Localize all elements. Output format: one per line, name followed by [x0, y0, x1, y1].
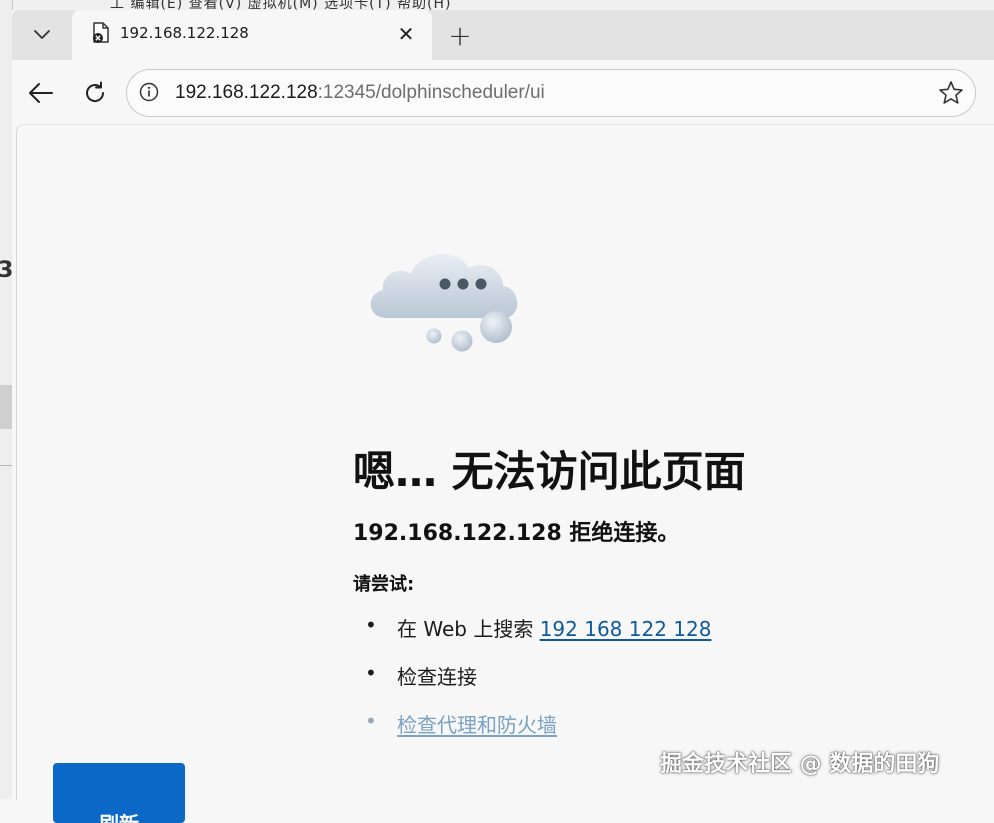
star-icon[interactable] [937, 79, 965, 107]
new-tab-button[interactable]: + [442, 19, 478, 52]
close-tab-button[interactable]: ✕ [394, 22, 418, 46]
error-page: 嗯… 无法访问此页面 192.168.122.128 拒绝连接。 请尝试: • … [16, 124, 994, 823]
check-proxy-link[interactable]: 检查代理和防火墙 [397, 713, 557, 737]
page-title: 嗯… 无法访问此页面 [353, 447, 746, 496]
search-suggestion-text: 在 Web 上搜索 [397, 617, 540, 641]
chevron-down-icon [34, 30, 50, 39]
address-url[interactable]: 192.168.122.128:12345/dolphinscheduler/u… [175, 82, 545, 104]
url-path: :12345/dolphinscheduler/ui [317, 82, 545, 103]
info-icon[interactable] [139, 82, 159, 102]
list-item: • 检查连接 [353, 661, 711, 709]
list-item: • 在 Web 上搜索 192 168 122 128 [353, 613, 711, 661]
arrow-left-icon [29, 83, 53, 103]
try-label: 请尝试: [353, 574, 415, 595]
suggestion-list: • 在 Web 上搜索 192 168 122 128 • 检查连接 • 检查代… [353, 613, 711, 757]
search-web-link[interactable]: 192 168 122 128 [540, 617, 712, 641]
back-button[interactable] [24, 76, 58, 110]
cloud-illustration [370, 254, 518, 352]
tab-title: 192.168.122.128 [120, 24, 249, 42]
bullet: • [365, 661, 377, 685]
bullet: • [365, 613, 377, 637]
watermark: 掘金技术社区 @ 数据的田狗 [660, 752, 940, 777]
reload-icon [86, 81, 105, 102]
background-band [0, 385, 12, 429]
list-item: • 检查代理和防火墙 [353, 709, 711, 757]
tab-strip: 192.168.122.128 ✕ + [12, 10, 994, 60]
bullet: • [365, 709, 377, 733]
browser-window: 192.168.122.128 ✕ + 192.168.122.128:1234… [12, 10, 994, 823]
tab-actions-menu-button[interactable] [22, 18, 62, 50]
reload-button[interactable] [78, 76, 112, 110]
url-host: 192.168.122.128 [175, 82, 318, 103]
check-connection-text: 检查连接 [397, 665, 477, 689]
address-bar[interactable]: 192.168.122.128:12345/dolphinscheduler/u… [126, 69, 976, 117]
refresh-button[interactable]: 刷新 [53, 763, 185, 823]
background-divider [0, 465, 12, 466]
error-message: 192.168.122.128 拒绝连接。 [353, 521, 680, 546]
tab-active[interactable]: 192.168.122.128 ✕ [72, 10, 432, 60]
refresh-button-label: 刷新 [99, 808, 139, 823]
browser-toolbar: 192.168.122.128:12345/dolphinscheduler/u… [12, 60, 994, 124]
page-error-icon [93, 22, 109, 43]
